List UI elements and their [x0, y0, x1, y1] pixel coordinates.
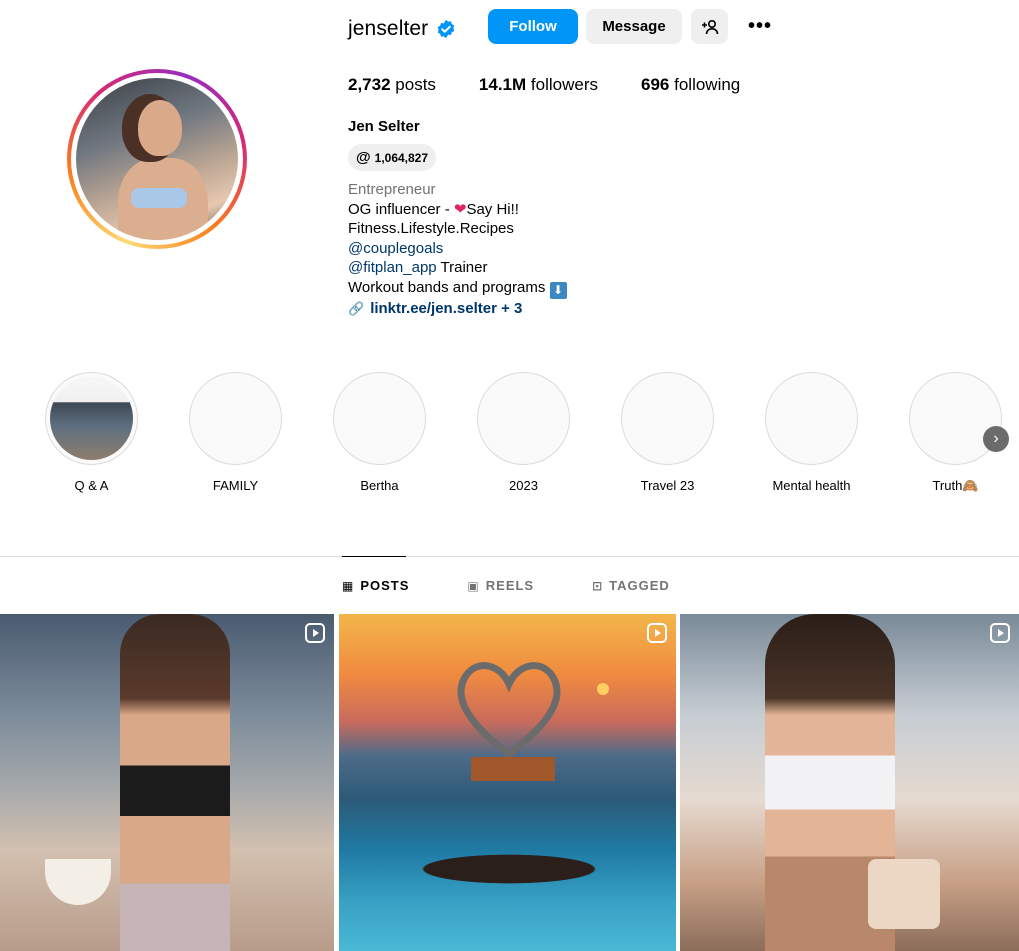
highlight-label: Truth🙈 [932, 478, 979, 493]
tab-tagged[interactable]: ⊡ TAGGED [592, 578, 670, 593]
following-count: 696 [641, 75, 670, 94]
highlight-cover [909, 372, 1002, 465]
post-image-person [120, 614, 230, 951]
highlight-label: 2023 [509, 478, 538, 493]
post-image-stand [471, 757, 555, 781]
post-tile[interactable] [339, 614, 676, 951]
tab-reels-label: REELS [485, 578, 535, 593]
grid-icon: ▦ [342, 578, 355, 593]
followers-stat[interactable]: 14.1M followers [479, 75, 598, 95]
highlight-item[interactable]: Travel 23 [621, 372, 714, 493]
posts-stat[interactable]: 2,732 posts [348, 75, 436, 95]
posts-count: 2,732 [348, 75, 391, 94]
highlight-item[interactable]: 2023 [477, 372, 570, 493]
bio-link-text: linktr.ee/jen.selter + 3 [370, 299, 523, 317]
highlight-label: FAMILY [212, 478, 259, 493]
profile-stats: 2,732 posts 14.1M followers 696 followin… [348, 75, 783, 95]
add-user-icon [701, 19, 718, 34]
highlights-next-button[interactable]: › [983, 426, 1009, 452]
threads-icon: @ [356, 149, 371, 166]
followers-count: 14.1M [478, 75, 527, 94]
tabs-divider [0, 556, 1019, 557]
avatar-photo [76, 78, 238, 240]
highlight-label: Mental health [772, 478, 851, 493]
highlight-cover [189, 372, 282, 465]
following-label: following [674, 75, 741, 94]
tab-posts-label: POSTS [360, 578, 410, 593]
verified-badge-icon [437, 19, 455, 39]
tab-posts[interactable]: ▦ POSTS [342, 578, 409, 593]
highlight-item[interactable]: FAMILY [189, 372, 282, 493]
avatar-figure-top [131, 188, 187, 208]
post-tile[interactable] [680, 614, 1019, 951]
avatar-frame [71, 73, 243, 245]
highlight-item[interactable]: Q & A [45, 372, 138, 493]
username-row: jenselter [348, 12, 456, 46]
bio-mention-couplegoals[interactable]: @couplegoals [348, 240, 443, 257]
post-tile[interactable] [0, 614, 334, 951]
highlight-image [50, 377, 133, 460]
username: jenselter [348, 17, 429, 40]
suggest-similar-button[interactable] [691, 9, 728, 44]
follow-button[interactable]: Follow [488, 9, 578, 44]
tab-tagged-label: TAGGED [609, 578, 670, 593]
highlight-cover [765, 372, 858, 465]
post-image-handbag [868, 859, 940, 929]
followers-label: followers [530, 75, 598, 94]
chevron-right-icon: › [993, 430, 999, 447]
tagged-icon: ⊡ [592, 578, 604, 593]
active-tab-indicator [342, 556, 406, 557]
bio-line-5: Workout bands and programs ⬇ [348, 278, 567, 299]
highlight-cover [621, 372, 714, 465]
highlight-cover [477, 372, 570, 465]
highlight-cover [45, 372, 138, 465]
threads-badge[interactable]: @ 1,064,827 [348, 144, 437, 171]
profile-avatar[interactable] [67, 69, 247, 249]
posts-label: posts [395, 75, 436, 94]
bio-link[interactable]: 🔗 linktr.ee/jen.selter + 3 [348, 299, 567, 319]
link-icon: 🔗 [348, 300, 365, 316]
reel-icon [647, 623, 667, 643]
more-options-button[interactable]: ••• [742, 9, 778, 44]
post-image-sun [597, 683, 609, 695]
bio-line-1-text-b: Say Hi!! [466, 200, 519, 218]
highlight-cover [333, 372, 426, 465]
bio-line-2: Fitness.Lifestyle.Recipes [348, 220, 514, 238]
following-stat[interactable]: 696 following [641, 75, 740, 95]
story-highlights: Q & A FAMILY Bertha 2023 Travel 23 Menta… [45, 372, 1015, 502]
message-button[interactable]: Message [586, 9, 682, 44]
down-arrow-icon: ⬇ [549, 281, 567, 299]
bio: Entrepreneur OG influencer - ❤Say Hi!! F… [348, 180, 567, 319]
highlight-label: Q & A [74, 478, 109, 493]
post-image-heart [449, 654, 569, 764]
highlight-label: Bertha [360, 478, 399, 493]
full-name: Jen Selter [348, 118, 420, 135]
post-image-bowl [45, 859, 111, 905]
threads-count: 1,064,827 [374, 150, 429, 165]
bio-line-1: OG influencer - ❤Say Hi!! [348, 200, 567, 220]
highlight-item[interactable]: Mental health [765, 372, 858, 493]
bio-mention-fitplan[interactable]: @fitplan_app [348, 259, 437, 276]
heart-sculpture-icon [457, 662, 561, 759]
reel-icon [990, 623, 1010, 643]
highlight-item[interactable]: Bertha [333, 372, 426, 493]
heart-icon: ❤ [453, 200, 467, 218]
reel-icon [305, 623, 325, 643]
highlight-label: Travel 23 [640, 478, 695, 493]
bio-mention-suffix: Trainer [436, 259, 488, 277]
bio-line-1-text: OG influencer - [348, 200, 454, 218]
avatar-figure-head [138, 100, 182, 156]
bio-line-5-text: Workout bands and programs [348, 278, 546, 296]
post-image-person [359, 844, 659, 894]
tab-reels[interactable]: ▣ REELS [467, 578, 534, 593]
profile-tabs: ▦ POSTS ▣ REELS ⊡ TAGGED [342, 578, 728, 593]
reels-icon: ▣ [467, 578, 480, 593]
bio-category: Entrepreneur [348, 181, 436, 198]
